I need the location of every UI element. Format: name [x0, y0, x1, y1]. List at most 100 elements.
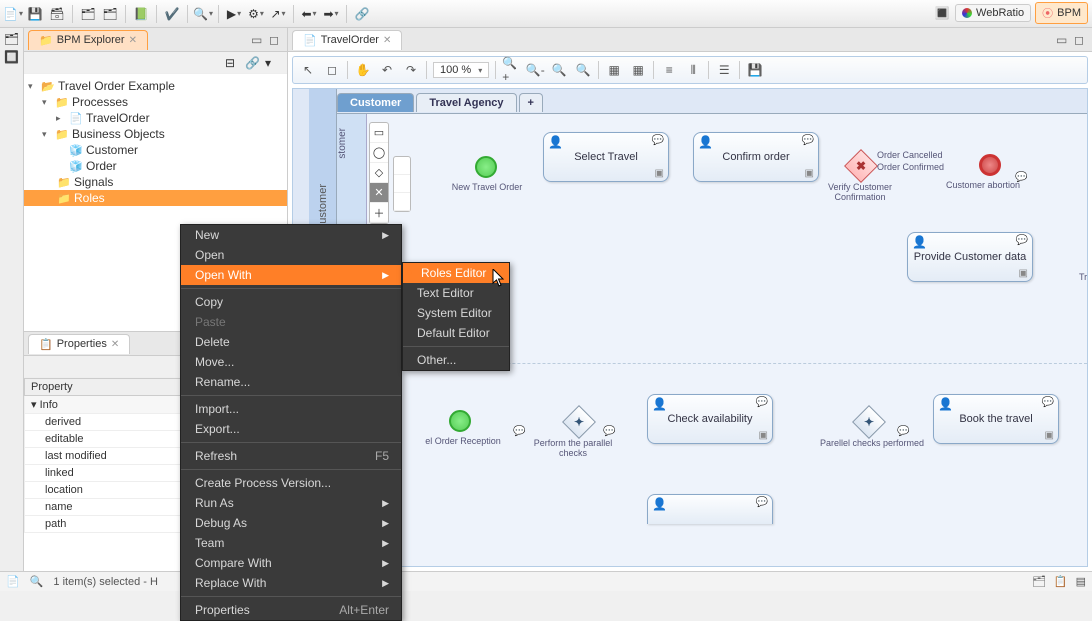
- palette-close-icon[interactable]: ✕: [370, 183, 388, 203]
- ext-dd-icon[interactable]: ↗▾: [269, 5, 287, 23]
- palette-gateway-icon[interactable]: ◇: [370, 163, 388, 183]
- menu-import[interactable]: Import...: [181, 399, 401, 419]
- task-palette[interactable]: ▭ ◯ ◇ ✕ ＋: [369, 122, 389, 224]
- maximize-icon[interactable]: ◻: [1074, 33, 1088, 47]
- status-icon-a[interactable]: 📄: [6, 575, 20, 588]
- tab-travelorder-editor[interactable]: 📄 TravelOrder ✕: [292, 30, 402, 50]
- menu-replace-with[interactable]: Replace With▶: [181, 573, 401, 593]
- maximize-icon[interactable]: ◻: [269, 33, 283, 47]
- marquee-icon[interactable]: ◻: [323, 61, 341, 79]
- task-check-availability[interactable]: 👤 💬 ▣ Check availability: [647, 394, 773, 444]
- collapse-all-icon[interactable]: ⊟: [225, 56, 239, 70]
- menu-refresh[interactable]: RefreshF5: [181, 446, 401, 466]
- tab-bpm-explorer[interactable]: 📁 BPM Explorer ✕: [28, 30, 148, 50]
- tree-processes[interactable]: ▾📁Processes: [24, 94, 287, 110]
- menu-debug-as[interactable]: Debug As▶: [181, 513, 401, 533]
- zoom-in-icon[interactable]: 🔍+: [502, 61, 520, 79]
- submenu-other[interactable]: Other...: [403, 350, 509, 370]
- task-provide-data[interactable]: 👤 💬 ▣ Provide Customer data: [907, 232, 1033, 282]
- minimize-icon[interactable]: ▭: [1056, 33, 1070, 47]
- menu-delete[interactable]: Delete: [181, 332, 401, 352]
- close-icon[interactable]: ✕: [129, 35, 137, 46]
- save-all-icon[interactable]: 🗃: [48, 5, 66, 23]
- note-icon[interactable]: 💬: [1015, 172, 1027, 183]
- tree-roles[interactable]: 📁Roles: [24, 190, 287, 206]
- submenu-default-editor[interactable]: Default Editor: [403, 323, 509, 343]
- palette-task-icon[interactable]: ▭: [370, 123, 388, 143]
- view-menu-icon[interactable]: ▾: [265, 56, 279, 70]
- zoom-input[interactable]: 100 %▾: [433, 62, 489, 78]
- select-tool-icon[interactable]: ↖: [299, 61, 317, 79]
- save-diagram-icon[interactable]: 💾: [746, 61, 764, 79]
- tree-business-objects[interactable]: ▾📁Business Objects: [24, 126, 287, 142]
- tab-customer-pool[interactable]: Customer: [337, 93, 414, 112]
- grid-icon[interactable]: ▦: [605, 61, 623, 79]
- tree-customer[interactable]: 🧊Customer: [24, 142, 287, 158]
- note-icon[interactable]: 💬: [513, 426, 525, 437]
- menu-move[interactable]: Move...: [181, 352, 401, 372]
- overview-icon[interactable]: 🔲: [4, 50, 19, 64]
- back-icon[interactable]: ⬅▾: [300, 5, 318, 23]
- mini-palette[interactable]: [393, 156, 411, 212]
- close-icon[interactable]: ✕: [383, 35, 391, 46]
- zoom-out-icon[interactable]: 🔍-: [526, 61, 544, 79]
- tree-root[interactable]: ▾📂Travel Order Example: [24, 78, 287, 94]
- menu-copy[interactable]: Copy: [181, 292, 401, 312]
- note-icon[interactable]: 💬: [897, 426, 909, 437]
- minimize-icon[interactable]: ▭: [251, 33, 265, 47]
- tool-b-icon[interactable]: 🗂: [101, 5, 119, 23]
- status-icon-e[interactable]: ▤: [1076, 575, 1086, 588]
- end-event-emiss[interactable]: [1087, 266, 1088, 288]
- menu-export[interactable]: Export...: [181, 419, 401, 439]
- link-editor-icon[interactable]: 🔗: [245, 56, 259, 70]
- debug-dd-icon[interactable]: ⚙▾: [247, 5, 265, 23]
- zoom-actual-icon[interactable]: 🔍: [574, 61, 592, 79]
- save-icon[interactable]: 💾: [26, 5, 44, 23]
- task-book-travel[interactable]: 👤 💬 ▣ Book the travel: [933, 394, 1059, 444]
- menu-new[interactable]: New▶: [181, 225, 401, 245]
- tree-signals[interactable]: 📁Signals: [24, 174, 287, 190]
- run-icon[interactable]: ▶▾: [225, 5, 243, 23]
- gateway-parallel-2[interactable]: ✦: [852, 405, 886, 439]
- menu-compare-with[interactable]: Compare With▶: [181, 553, 401, 573]
- palette-add-icon[interactable]: ＋: [370, 203, 388, 223]
- perspective-bpm[interactable]: ⦿BPM: [1035, 2, 1088, 24]
- palette-event-icon[interactable]: ◯: [370, 143, 388, 163]
- menu-team[interactable]: Team▶: [181, 533, 401, 553]
- status-icon-d[interactable]: 📋: [1054, 575, 1068, 588]
- find-icon[interactable]: 🔍▾: [194, 5, 212, 23]
- task-confirm-order[interactable]: 👤 💬 ▣ Confirm order: [693, 132, 819, 182]
- layout-icon[interactable]: ☰: [715, 61, 733, 79]
- start-event[interactable]: [475, 156, 497, 178]
- end-event-abort[interactable]: [979, 154, 1001, 176]
- status-icon-b[interactable]: 🔍: [30, 575, 44, 588]
- forward-icon[interactable]: ➡▾: [322, 5, 340, 23]
- status-icon-c[interactable]: 🗂: [1032, 575, 1046, 588]
- task-partial[interactable]: 👤 💬: [647, 494, 773, 524]
- new-icon[interactable]: 📄▾: [4, 5, 22, 23]
- distribute-icon[interactable]: ⫴: [684, 61, 702, 79]
- snap-icon[interactable]: ▦: [629, 61, 647, 79]
- zoom-fit-icon[interactable]: 🔍: [550, 61, 568, 79]
- submenu-system-editor[interactable]: System Editor: [403, 303, 509, 323]
- tab-properties[interactable]: 📋 Properties ✕: [28, 334, 130, 354]
- perspective-webratio[interactable]: WebRatio: [955, 4, 1031, 22]
- menu-run-as[interactable]: Run As▶: [181, 493, 401, 513]
- start-event-reception[interactable]: [449, 410, 471, 432]
- outline-icon[interactable]: 🗂: [4, 32, 19, 46]
- menu-create-process-version[interactable]: Create Process Version...: [181, 473, 401, 493]
- tool-a-icon[interactable]: 🗂: [79, 5, 97, 23]
- menu-open-with[interactable]: Open With▶: [181, 265, 401, 285]
- tab-add-pool[interactable]: +: [519, 93, 543, 112]
- menu-properties[interactable]: PropertiesAlt+Enter: [181, 600, 401, 620]
- gateway-verify[interactable]: ✖: [844, 149, 878, 183]
- note-icon[interactable]: 💬: [603, 426, 615, 437]
- check-icon[interactable]: ✔️: [163, 5, 181, 23]
- menu-open[interactable]: Open: [181, 245, 401, 265]
- tree-travelorder[interactable]: ▸📄TravelOrder: [24, 110, 287, 126]
- close-icon[interactable]: ✕: [111, 339, 119, 350]
- task-select-travel[interactable]: 👤 💬 ▣ Select Travel: [543, 132, 669, 182]
- open-perspective-icon[interactable]: 🔳: [933, 4, 951, 22]
- gateway-parallel-1[interactable]: ✦: [562, 405, 596, 439]
- pan-icon[interactable]: ✋: [354, 61, 372, 79]
